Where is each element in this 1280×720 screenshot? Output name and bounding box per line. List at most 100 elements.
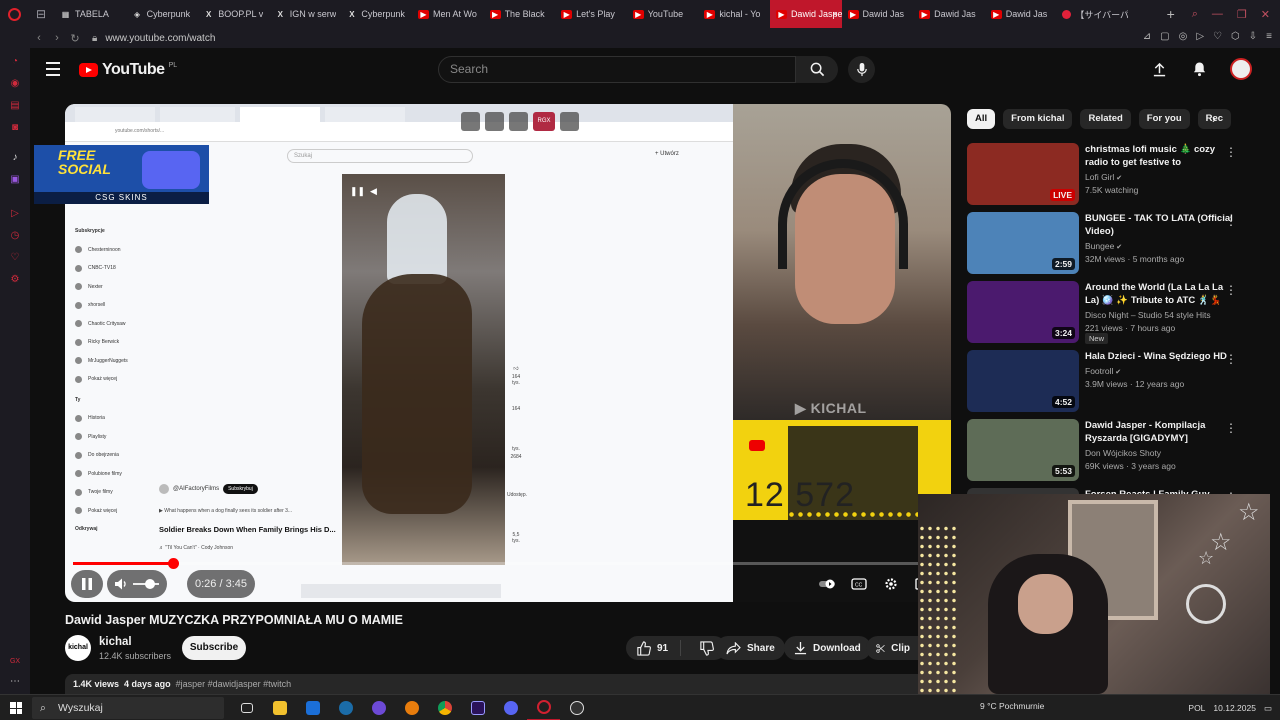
search-button[interactable] xyxy=(796,56,838,83)
browser-tab[interactable]: X Cyberpunk xyxy=(340,0,412,28)
recommendation-thumbnail[interactable]: 5:53 xyxy=(967,419,1079,481)
clock-date[interactable]: 10.12.2025 xyxy=(1213,703,1256,713)
close-window-icon[interactable]: ✕ xyxy=(1261,8,1270,21)
download-button[interactable]: Download xyxy=(784,636,871,660)
recommendation-channel[interactable]: Footroll ✔ xyxy=(1085,366,1121,376)
more-actions-icon[interactable]: ⋮ xyxy=(1225,421,1237,435)
messenger-icon[interactable]: ◉ xyxy=(9,78,21,90)
language-indicator[interactable]: POL xyxy=(1188,703,1205,713)
more-actions-icon[interactable]: ⋮ xyxy=(1225,145,1237,159)
browser-tab[interactable]: X IGN w serw xyxy=(269,0,341,28)
chat-icon[interactable]: ▤ xyxy=(9,100,21,112)
new-tab-button[interactable]: + xyxy=(1160,6,1182,22)
recommendation-title[interactable]: Around the World (La La La La La) 🪩 ✨ Tr… xyxy=(1085,281,1235,307)
browser-tab[interactable]: ▦ TABELA xyxy=(54,0,126,28)
screenshot-icon[interactable]: ▢ xyxy=(1160,31,1169,42)
volume-control[interactable] xyxy=(107,570,167,598)
notifications-button[interactable] xyxy=(1190,60,1208,78)
settings-button[interactable] xyxy=(879,570,903,598)
tiktok-icon[interactable]: ♪ xyxy=(9,152,21,164)
browser-tab[interactable]: 【サイバーパ xyxy=(1056,0,1128,28)
browser-tab[interactable]: ◈ Cyberpunk xyxy=(126,0,198,28)
settings-icon[interactable]: ⚙ xyxy=(9,274,21,286)
browser-tab[interactable]: ▶ Men At Wo xyxy=(412,0,484,28)
file-explorer-icon[interactable] xyxy=(263,695,296,720)
history-icon[interactable]: ◷ xyxy=(9,230,21,242)
more-actions-icon[interactable]: ⋮ xyxy=(1225,214,1237,228)
recommendation-thumbnail[interactable]: 4:52 xyxy=(967,350,1079,412)
recommendation-thumbnail[interactable]: 3:24 xyxy=(967,281,1079,343)
recommendation-thumbnail[interactable]: 2:59 xyxy=(967,212,1079,274)
minimize-icon[interactable]: — xyxy=(1212,8,1223,21)
chrome-icon[interactable] xyxy=(428,695,461,720)
recommendation-item[interactable]: 3:24 Around the World (La La La La La) 🪩 … xyxy=(967,281,1257,344)
recommendation-item[interactable]: LIVE christmas lofi music 🎄 cozy radio to… xyxy=(967,143,1257,205)
heart-icon[interactable]: ♡ xyxy=(1213,31,1222,42)
recommendation-title[interactable]: Hala Dzieci - Wina Sędziego HD xyxy=(1085,350,1235,363)
browser-tab[interactable]: ▶ Let's Play xyxy=(555,0,627,28)
menu-icon[interactable] xyxy=(46,62,60,80)
steam-icon[interactable] xyxy=(329,695,362,720)
browser-tab[interactable]: ▶ Dawid Jas xyxy=(842,0,914,28)
like-button[interactable]: 91 xyxy=(626,640,681,656)
extensions-icon[interactable]: ⬡ xyxy=(1231,31,1240,42)
player-icon[interactable]: ▷ xyxy=(1196,31,1204,42)
chip-from-kichal[interactable]: From kichal xyxy=(1003,109,1073,129)
forward-icon[interactable]: › xyxy=(48,32,66,44)
taskbar-search[interactable]: ⌕ Wyszukaj xyxy=(32,697,224,719)
browser-tab[interactable]: ▶ The Black xyxy=(484,0,556,28)
recommendation-title[interactable]: BUNGEE - TAK TO LATA (Official Video) xyxy=(1085,212,1235,238)
more-actions-icon[interactable]: ⋮ xyxy=(1225,352,1237,366)
bookmarks-icon[interactable]: ♡ xyxy=(9,252,21,264)
weather-widget[interactable]: 9 °C Pochmurnie xyxy=(980,701,1044,711)
lock-icon[interactable]: 🔒︎ xyxy=(92,33,97,44)
browser-tab[interactable]: ▶ kichal - Yo xyxy=(698,0,770,28)
description-box[interactable]: 1.4K views 4 days ago #jasper #dawidjasp… xyxy=(65,674,935,696)
player-sidebar-icon[interactable]: ▷ xyxy=(9,208,21,220)
maximize-icon[interactable]: ❐ xyxy=(1237,8,1247,21)
aria-icon[interactable]: ◔ xyxy=(9,56,21,68)
recommendation-channel[interactable]: Disco Night – Studio 54 style Hits xyxy=(1085,310,1211,320)
opera-taskbar-icon[interactable] xyxy=(527,695,560,720)
autoplay-toggle[interactable] xyxy=(815,570,839,598)
recommendation-item[interactable]: 4:52 Hala Dzieci - Wina Sędziego HD Footro… xyxy=(967,350,1257,412)
gx-icon[interactable]: GX xyxy=(9,656,21,668)
chips-next-icon[interactable]: › xyxy=(1212,112,1216,126)
app-purple-icon[interactable] xyxy=(362,695,395,720)
tab-islands-icon[interactable]: ⊟ xyxy=(28,7,54,21)
recommendation-thumbnail[interactable]: LIVE xyxy=(967,143,1079,205)
more-actions-icon[interactable]: ⋮ xyxy=(1225,283,1237,297)
browser-tab[interactable]: ▶ Dawid Jas xyxy=(913,0,985,28)
discord-taskbar-icon[interactable] xyxy=(494,695,527,720)
premiere-icon[interactable] xyxy=(461,695,494,720)
account-avatar[interactable] xyxy=(1230,58,1252,80)
url-field[interactable]: www.youtube.com/watch xyxy=(105,33,215,44)
reload-icon[interactable]: ↻ xyxy=(66,32,84,45)
create-button[interactable] xyxy=(1150,60,1168,78)
obs-icon[interactable] xyxy=(560,695,593,720)
hashtags[interactable]: #jasper #dawidjasper #twitch xyxy=(176,679,292,689)
blender-icon[interactable] xyxy=(395,695,428,720)
chip-all[interactable]: All xyxy=(967,109,996,129)
recommendation-title[interactable]: Dawid Jasper - Kompilacja Ryszarda [GIGA… xyxy=(1085,419,1235,445)
recommendation-channel[interactable]: Bungee ✔ xyxy=(1085,241,1122,251)
subscribe-button[interactable]: Subscribe xyxy=(182,636,246,660)
progress-bar[interactable] xyxy=(73,558,943,569)
volume-slider[interactable] xyxy=(133,579,159,589)
easy-setup-icon[interactable]: ≡ xyxy=(1266,31,1272,42)
recommendation-title[interactable]: christmas lofi music 🎄 cozy radio to get… xyxy=(1085,143,1235,169)
recommendation-channel[interactable]: Don Wójcikos Shoty xyxy=(1085,448,1161,458)
browser-tab[interactable]: ▶Dawid Jasper M× xyxy=(769,0,842,28)
channel-name[interactable]: kichal xyxy=(99,636,132,648)
recommendation-channel[interactable]: Lofi Girl ✔ xyxy=(1085,172,1122,182)
close-tab-icon[interactable]: × xyxy=(832,9,837,19)
camera-icon[interactable]: ◎ xyxy=(1179,31,1188,42)
start-button[interactable] xyxy=(10,702,22,714)
progress-scrubber[interactable] xyxy=(168,558,180,569)
browser-tab[interactable]: X BOOP.PL v xyxy=(197,0,269,28)
more-icon[interactable]: ⋯ xyxy=(9,676,21,688)
back-icon[interactable]: ‹ xyxy=(30,32,48,44)
browser-tab[interactable]: ▶ YouTube xyxy=(627,0,699,28)
chip-related[interactable]: Related xyxy=(1080,109,1131,129)
recommendation-item[interactable]: 2:59 BUNGEE - TAK TO LATA (Official Video… xyxy=(967,212,1257,274)
